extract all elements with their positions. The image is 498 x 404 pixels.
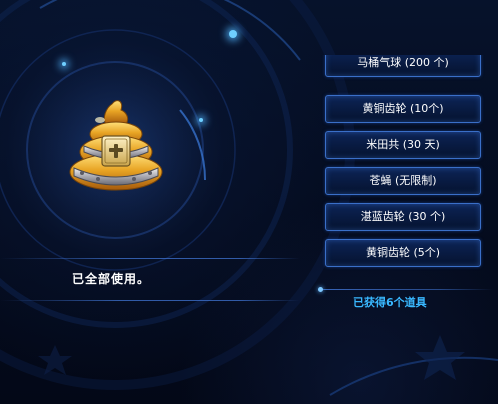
summary-divider <box>318 289 493 290</box>
reward-panel: 已全部使用。 马桶气球 (200 个) 黄铜齿轮 (10个) 米田共 (30 天… <box>0 0 498 404</box>
obtained-count-text: 已获得6个道具 <box>353 296 427 309</box>
golden-poop-lock-icon <box>69 100 163 191</box>
glow-sparkle <box>229 30 237 38</box>
reward-item-button[interactable]: 苍蝇 (无限制) <box>325 167 481 195</box>
glow-sparkle <box>199 118 203 122</box>
status-divider-bottom <box>0 300 300 301</box>
reward-item-button[interactable]: 湛蓝齿轮 (30 个) <box>325 203 481 231</box>
status-divider-top <box>0 258 300 259</box>
summary-dot-icon <box>318 287 323 292</box>
reward-item-button[interactable]: 米田共 (30 天) <box>325 131 481 159</box>
status-message: 已全部使用。 <box>72 272 151 286</box>
reward-item-button[interactable]: 黄铜齿轮 (10个) <box>325 95 481 123</box>
glow-sparkle <box>62 62 66 66</box>
reward-item-button[interactable]: 马桶气球 (200 个) <box>325 55 481 77</box>
reward-item-button[interactable]: 黄铜齿轮 (5个) <box>325 239 481 267</box>
reward-list: 马桶气球 (200 个) 黄铜齿轮 (10个) 米田共 (30 天) 苍蝇 (无… <box>320 55 490 275</box>
